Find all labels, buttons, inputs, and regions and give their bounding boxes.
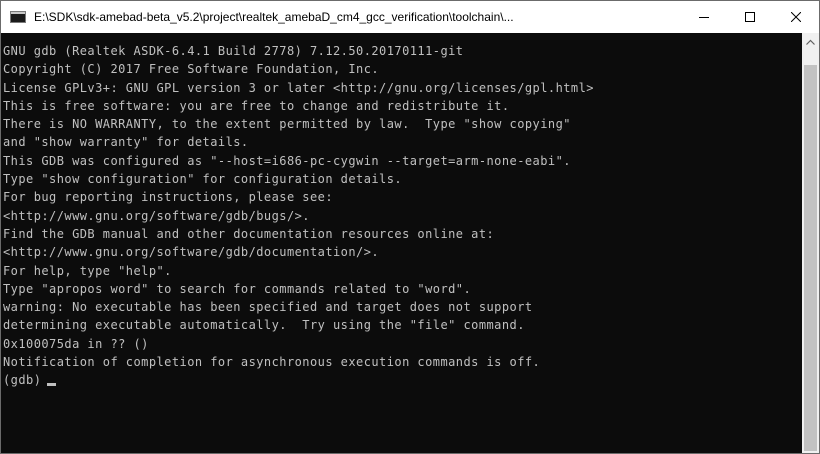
gdb-prompt: (gdb) (3, 373, 42, 388)
console-line: Type "apropos word" to search for comman… (3, 281, 472, 296)
console-line: For help, type "help". (3, 263, 172, 278)
console-line: License GPLv3+: GNU GPL version 3 or lat… (3, 80, 594, 95)
chevron-up-icon (806, 39, 815, 45)
console-line: For bug reporting instructions, please s… (3, 190, 334, 205)
close-button[interactable] (773, 1, 819, 33)
window-controls (681, 1, 819, 33)
console-window: E:\SDK\sdk-amebad-beta_v5.2\project\real… (0, 0, 820, 454)
console-line: GNU gdb (Realtek ASDK-6.4.1 Build 2778) … (3, 44, 464, 58)
console-line: This is free software: you are free to c… (3, 98, 510, 113)
console-line: Find the GDB manual and other documentat… (3, 226, 495, 241)
console-output[interactable]: GNU gdb (Realtek ASDK-6.4.1 Build 2778) … (1, 33, 802, 453)
scrollbar-thumb[interactable] (804, 65, 817, 451)
console-line: warning: No executable has been specifie… (3, 300, 533, 315)
prompt-line[interactable]: (gdb) (3, 371, 802, 389)
console-app-icon[interactable] (10, 11, 26, 23)
console-line: Copyright (C) 2017 Free Software Foundat… (3, 62, 380, 77)
maximize-icon (745, 12, 755, 22)
console-line: This GDB was configured as "--host=i686-… (3, 153, 571, 168)
console-line: Notification of completion for asynchron… (3, 355, 541, 370)
text-cursor (47, 382, 57, 386)
minimize-button[interactable] (681, 1, 727, 33)
console-line: <http://www.gnu.org/software/gdb/bugs/>. (3, 208, 310, 223)
console-line: and "show warranty" for details. (3, 135, 249, 150)
console-line: 0x100075da in ?? () (3, 336, 149, 351)
minimize-icon (699, 17, 709, 18)
title-bar[interactable]: E:\SDK\sdk-amebad-beta_v5.2\project\real… (1, 1, 819, 33)
console-line: <http://www.gnu.org/software/gdb/documen… (3, 245, 380, 260)
console-line: determining executable automatically. Tr… (3, 318, 525, 333)
close-icon (791, 12, 801, 22)
vertical-scrollbar[interactable] (802, 33, 819, 453)
scroll-up-button[interactable] (802, 33, 819, 50)
window-title: E:\SDK\sdk-amebad-beta_v5.2\project\real… (34, 10, 514, 24)
console-line: Type "show configuration" for configurat… (3, 172, 403, 187)
console-line: There is NO WARRANTY, to the extent perm… (3, 117, 571, 132)
maximize-button[interactable] (727, 1, 773, 33)
